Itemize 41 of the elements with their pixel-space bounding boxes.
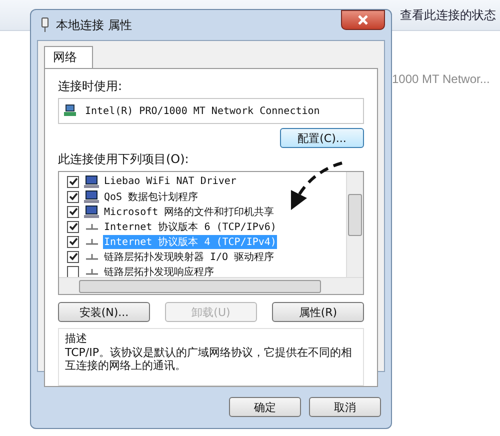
checkbox[interactable] [67, 266, 79, 278]
protocol-icon [85, 238, 99, 246]
dashed-arrow [290, 162, 342, 210]
protocol-icon [85, 268, 99, 276]
window-title: 本地连接 属性 [56, 16, 133, 34]
checkbox[interactable] [67, 236, 79, 248]
list-item[interactable]: 链路层拓扑发现响应程序 [103, 264, 215, 278]
checkbox[interactable] [67, 190, 79, 202]
computer-icon [84, 204, 100, 218]
tab[interactable]: 网络 [44, 46, 93, 68]
section-label: 此连接使用下列项目(O): [58, 151, 190, 168]
horizontal-scrollbar[interactable] [59, 277, 363, 294]
computer-icon [84, 174, 100, 188]
configure-button[interactable]: 配置(C)... [280, 128, 364, 148]
adapter-icon [40, 17, 50, 33]
toolbar-link[interactable]: 查看此连接的状态 [400, 6, 496, 24]
network-adapter-icon [63, 104, 77, 118]
computer-icon [84, 190, 100, 204]
protocol-icon [85, 252, 99, 260]
adapter-name: Intel(R) PRO/1000 MT Network Connection [85, 106, 320, 116]
adapter-name: 1000 MT Networ... [392, 72, 490, 86]
group-title: 描述 [65, 331, 88, 346]
checkbox[interactable] [67, 206, 79, 218]
action-button[interactable]: 属性(R) [272, 302, 364, 322]
description-text: TCP/IP。该协议是默认的广域网络协议，它提供在不同的相互连接的网络上的通讯。 [65, 346, 353, 372]
close-icon [357, 15, 369, 25]
checkbox[interactable] [67, 220, 79, 232]
dialog-button[interactable]: 确定 [229, 397, 301, 417]
list-item[interactable]: Liebao WiFi NAT Driver [103, 176, 238, 187]
list-item[interactable]: Internet 协议版本 6 (TCP/IPv6) [103, 220, 278, 234]
list-item[interactable]: 链路层拓扑发现映射器 I/O 驱动程序 [103, 250, 276, 264]
dialog-button[interactable]: 取消 [309, 397, 381, 417]
checkbox[interactable] [67, 176, 79, 188]
protocol-icon [85, 222, 99, 230]
vertical-scrollbar[interactable] [346, 172, 363, 278]
close-button[interactable] [341, 10, 385, 30]
action-button[interactable]: 安装(N)... [58, 302, 150, 322]
checkbox[interactable] [67, 250, 79, 262]
section-label: 连接时使用: [58, 78, 124, 95]
list-item[interactable]: QoS 数据包计划程序 [103, 190, 200, 204]
list-item[interactable]: Microsoft 网络的文件和打印机共享 [103, 204, 276, 218]
